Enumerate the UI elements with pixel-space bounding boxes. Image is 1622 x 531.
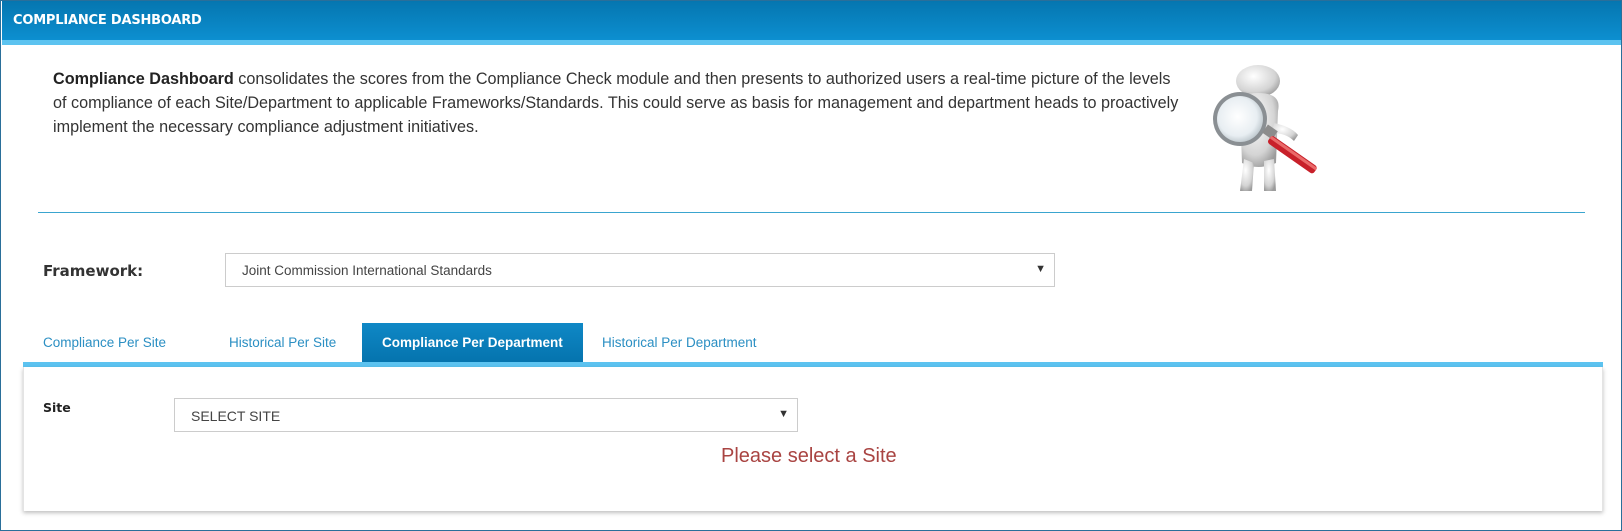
tab-historical-per-department[interactable]: Historical Per Department <box>582 323 777 363</box>
validation-message: Please select a Site <box>721 445 897 467</box>
magnifier-figure-icon <box>1213 65 1317 191</box>
tab-strip: Compliance Per Site Historical Per Site … <box>23 323 1603 363</box>
header-bar: COMPLIANCE DASHBOARD <box>2 1 1621 45</box>
site-select[interactable]: SELECT SITE ▼ <box>174 398 798 432</box>
intro-text: Compliance Dashboard consolidates the sc… <box>53 67 1183 139</box>
caret-down-icon: ▼ <box>778 408 789 420</box>
tab-compliance-per-site[interactable]: Compliance Per Site <box>23 323 186 363</box>
tab-panel <box>23 367 1603 511</box>
site-select-value: SELECT SITE <box>191 408 281 424</box>
tab-historical-per-site[interactable]: Historical Per Site <box>209 323 356 363</box>
app-window: COMPLIANCE DASHBOARD Compliance Dashboar… <box>0 0 1622 531</box>
intro-bold: Compliance Dashboard <box>53 70 234 88</box>
framework-label: Framework: <box>43 262 144 280</box>
tab-compliance-per-department[interactable]: Compliance Per Department <box>362 323 583 363</box>
caret-down-icon: ▼ <box>1035 263 1046 275</box>
section-divider <box>38 212 1585 213</box>
site-label: Site <box>43 400 71 415</box>
page-title: COMPLIANCE DASHBOARD <box>13 13 202 28</box>
framework-select-value: Joint Commission International Standards <box>242 263 492 278</box>
framework-select[interactable]: Joint Commission International Standards… <box>225 253 1055 287</box>
